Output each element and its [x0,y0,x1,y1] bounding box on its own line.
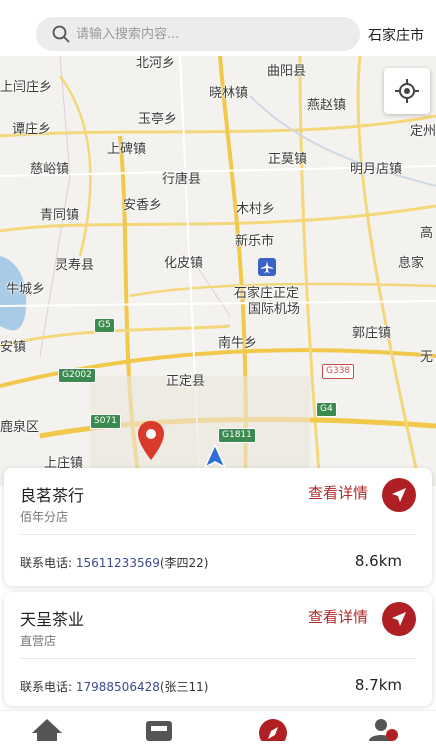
phone-label: 联系电话: [20,680,73,694]
place-label: 高 [420,226,434,241]
phone-row: 联系电话: 15611233569(李四22) [20,554,209,571]
place-label: 国际机场 [248,302,301,317]
store-type: 直营店 [20,634,57,648]
place-label: 行唐县 [162,172,202,187]
view-details-link[interactable]: 查看详情 [308,606,368,627]
navigation-arrow-icon [392,488,406,502]
user-icon [369,719,398,741]
search-box[interactable] [36,17,360,51]
road-shield: G5 [94,318,115,333]
place-label: 青同镇 [40,208,80,223]
store-card[interactable]: 良茗茶行 佰年分店 查看详情 联系电话: 15611233569(李四22) 8… [4,468,432,586]
place-label: 安镇 [0,340,27,355]
phone-number-link[interactable]: 17988506428 [76,680,160,694]
place-label: 无 [420,350,434,365]
place-label: 牛城乡 [6,282,46,297]
airport-icon [258,258,276,276]
place-label: 正定县 [166,374,206,389]
road-shield: G1811 [218,428,256,443]
place-label: 明月店镇 [350,162,403,177]
phone-row: 联系电话: 17988506428(张三11) [20,678,209,695]
place-label: 南牛乡 [218,336,258,351]
place-label: 曲阳县 [267,64,307,79]
store-name: 良茗茶行 [20,486,85,505]
place-label: 定州 [410,124,436,139]
road-shield: G4 [316,402,337,417]
place-label: 郭庄镇 [352,326,392,341]
crosshair-icon [395,79,419,103]
contact-name: (张三11) [159,680,209,694]
tab-profile[interactable] [366,717,400,741]
contact-name: (李四22) [159,556,209,570]
home-icon [32,719,62,741]
compass-icon [259,719,287,745]
phone-number-link[interactable]: 15611233569 [76,556,160,570]
road-shield: G338 [322,364,355,379]
place-label: 慈峪镇 [30,162,70,177]
place-label: 北河乡 [136,56,176,71]
navigate-button[interactable] [382,602,416,636]
place-label: 息家 [398,256,425,271]
store-distance: 8.7km [354,676,402,694]
shop-icon [146,721,172,741]
phone-label: 联系电话: [20,556,73,570]
city-selector[interactable]: 石家庄市 [368,25,424,45]
place-label: 谭庄乡 [12,122,52,137]
navigation-arrow-icon [392,612,406,626]
navigate-button[interactable] [382,478,416,512]
location-pin-icon[interactable] [136,420,166,466]
place-label: 燕赵镇 [307,98,347,113]
store-type: 佰年分店 [20,510,69,524]
place-label: 木村乡 [236,202,276,217]
store-distance: 8.6km [354,552,402,570]
place-label: 玉亭乡 [138,112,178,127]
search-input[interactable] [76,17,346,51]
divider [20,534,416,535]
road-shield: S071 [90,414,121,429]
place-label: 灵寿县 [55,258,95,273]
divider [20,658,416,659]
tab-home[interactable] [30,717,64,741]
locate-button[interactable] [384,68,430,114]
top-bar: 石家庄市 [0,0,436,64]
place-label: 晓林镇 [209,86,249,101]
place-label: 安香乡 [123,198,163,213]
place-label: 上碑镇 [107,142,147,157]
search-icon [52,25,70,43]
road-shield: G2002 [58,368,96,383]
place-label: 新乐市 [235,234,275,249]
place-label: 正莫镇 [268,152,308,167]
place-label: 鹿泉区 [0,420,40,435]
store-card[interactable]: 天呈茶业 直营店 查看详情 联系电话: 17988506428(张三11) 8.… [4,592,432,706]
place-label: 上闫庄乡 [0,80,53,95]
tab-store[interactable] [142,717,176,741]
store-name: 天呈茶业 [20,610,85,629]
place-label: 化皮镇 [164,256,204,271]
view-details-link[interactable]: 查看详情 [308,482,368,503]
tab-discover[interactable] [256,717,290,745]
bottom-tab-bar [0,710,436,745]
map-view[interactable]: 北河乡 曲阳县 上闫庄乡 晓林镇 燕赵镇 玉亭乡 谭庄乡 定州 上碑镇 正莫镇 … [0,56,436,486]
